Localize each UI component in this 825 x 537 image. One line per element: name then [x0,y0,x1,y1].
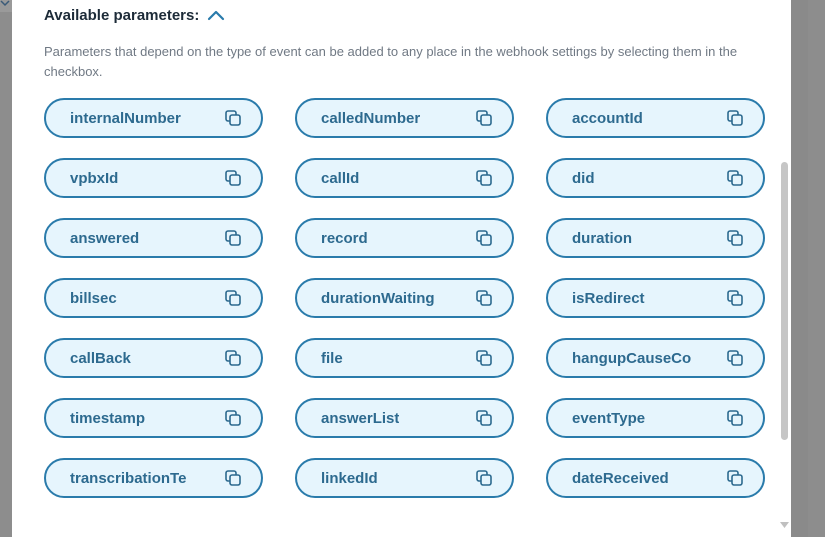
parameter-label: accountId [572,109,643,127]
parameter-chip[interactable]: internalNumber [44,98,263,138]
scroll-down-arrow-icon[interactable] [780,522,789,528]
copy-icon[interactable] [727,350,743,366]
parameter-chip[interactable]: answerList [295,398,514,438]
parameter-label: transcribationTe [70,469,187,487]
parameter-chip[interactable]: file [295,338,514,378]
available-parameters-header[interactable]: Available parameters: [44,4,225,26]
copy-icon[interactable] [727,470,743,486]
parameter-chip[interactable]: callId [295,158,514,198]
copy-icon[interactable] [476,290,492,306]
parameter-label: isRedirect [572,289,645,307]
parameter-chip[interactable]: duration [546,218,765,258]
copy-icon[interactable] [476,410,492,426]
parameter-chip[interactable]: transcribationTe [44,458,263,498]
parameter-label: did [572,169,595,187]
parameter-label: timestamp [70,409,146,427]
copy-icon[interactable] [225,230,241,246]
parameter-chip[interactable]: calledNumber [295,98,514,138]
chevron-up-icon[interactable] [207,9,225,21]
parameter-label: record [321,229,368,247]
parameter-chip[interactable]: durationWaiting [295,278,514,318]
section-title: Available parameters: [44,6,200,24]
copy-icon[interactable] [727,230,743,246]
copy-icon[interactable] [727,290,743,306]
parameter-label: vpbxId [70,169,119,187]
parameters-grid: internalNumber calledNumber accountId vpbxI… [44,98,765,498]
parameter-chip[interactable]: answered [44,218,263,258]
parameter-chip[interactable]: linkedId [295,458,514,498]
parameter-label: linkedId [321,469,378,487]
copy-icon[interactable] [225,410,241,426]
parameter-label: billsec [70,289,117,307]
background-overlay-left [0,0,12,537]
copy-icon[interactable] [225,290,241,306]
parameter-chip[interactable]: record [295,218,514,258]
parameter-chip[interactable]: accountId [546,98,765,138]
parameter-label: calledNumber [321,109,421,127]
parameter-chip[interactable]: timestamp [44,398,263,438]
parameter-label: durationWaiting [321,289,435,307]
background-control [0,0,12,12]
parameter-label: duration [572,229,632,247]
copy-icon[interactable] [727,410,743,426]
parameter-chip[interactable]: did [546,158,765,198]
copy-icon[interactable] [225,110,241,126]
parameter-label: answerList [321,409,400,427]
parameter-chip[interactable]: callBack [44,338,263,378]
copy-icon[interactable] [476,110,492,126]
copy-icon[interactable] [476,170,492,186]
parameter-label: hangupCauseCo [572,349,692,367]
copy-icon[interactable] [727,110,743,126]
background-overlay-right [808,0,825,537]
copy-icon[interactable] [225,470,241,486]
copy-icon[interactable] [476,470,492,486]
copy-icon[interactable] [476,230,492,246]
parameter-label: callId [321,169,360,187]
parameter-label: internalNumber [70,109,181,127]
copy-icon[interactable] [727,170,743,186]
parameter-chip[interactable]: vpbxId [44,158,263,198]
scrollbar[interactable] [778,0,791,537]
parameter-chip[interactable]: dateReceived [546,458,765,498]
copy-icon[interactable] [476,350,492,366]
chevron-down-icon [0,0,10,7]
parameter-label: eventType [572,409,646,427]
parameter-chip[interactable]: isRedirect [546,278,765,318]
parameters-panel: Available parameters: Parameters that de… [12,0,791,537]
parameter-label: answered [70,229,140,247]
parameter-chip[interactable]: hangupCauseCo [546,338,765,378]
copy-icon[interactable] [225,170,241,186]
copy-icon[interactable] [225,350,241,366]
parameter-chip[interactable]: billsec [44,278,263,318]
parameter-chip[interactable]: eventType [546,398,765,438]
parameters-description: Parameters that depend on the type of ev… [44,44,738,79]
scrollbar-thumb[interactable] [781,162,788,440]
parameter-label: callBack [70,349,131,367]
parameter-label: dateReceived [572,469,669,487]
parameter-label: file [321,349,343,367]
